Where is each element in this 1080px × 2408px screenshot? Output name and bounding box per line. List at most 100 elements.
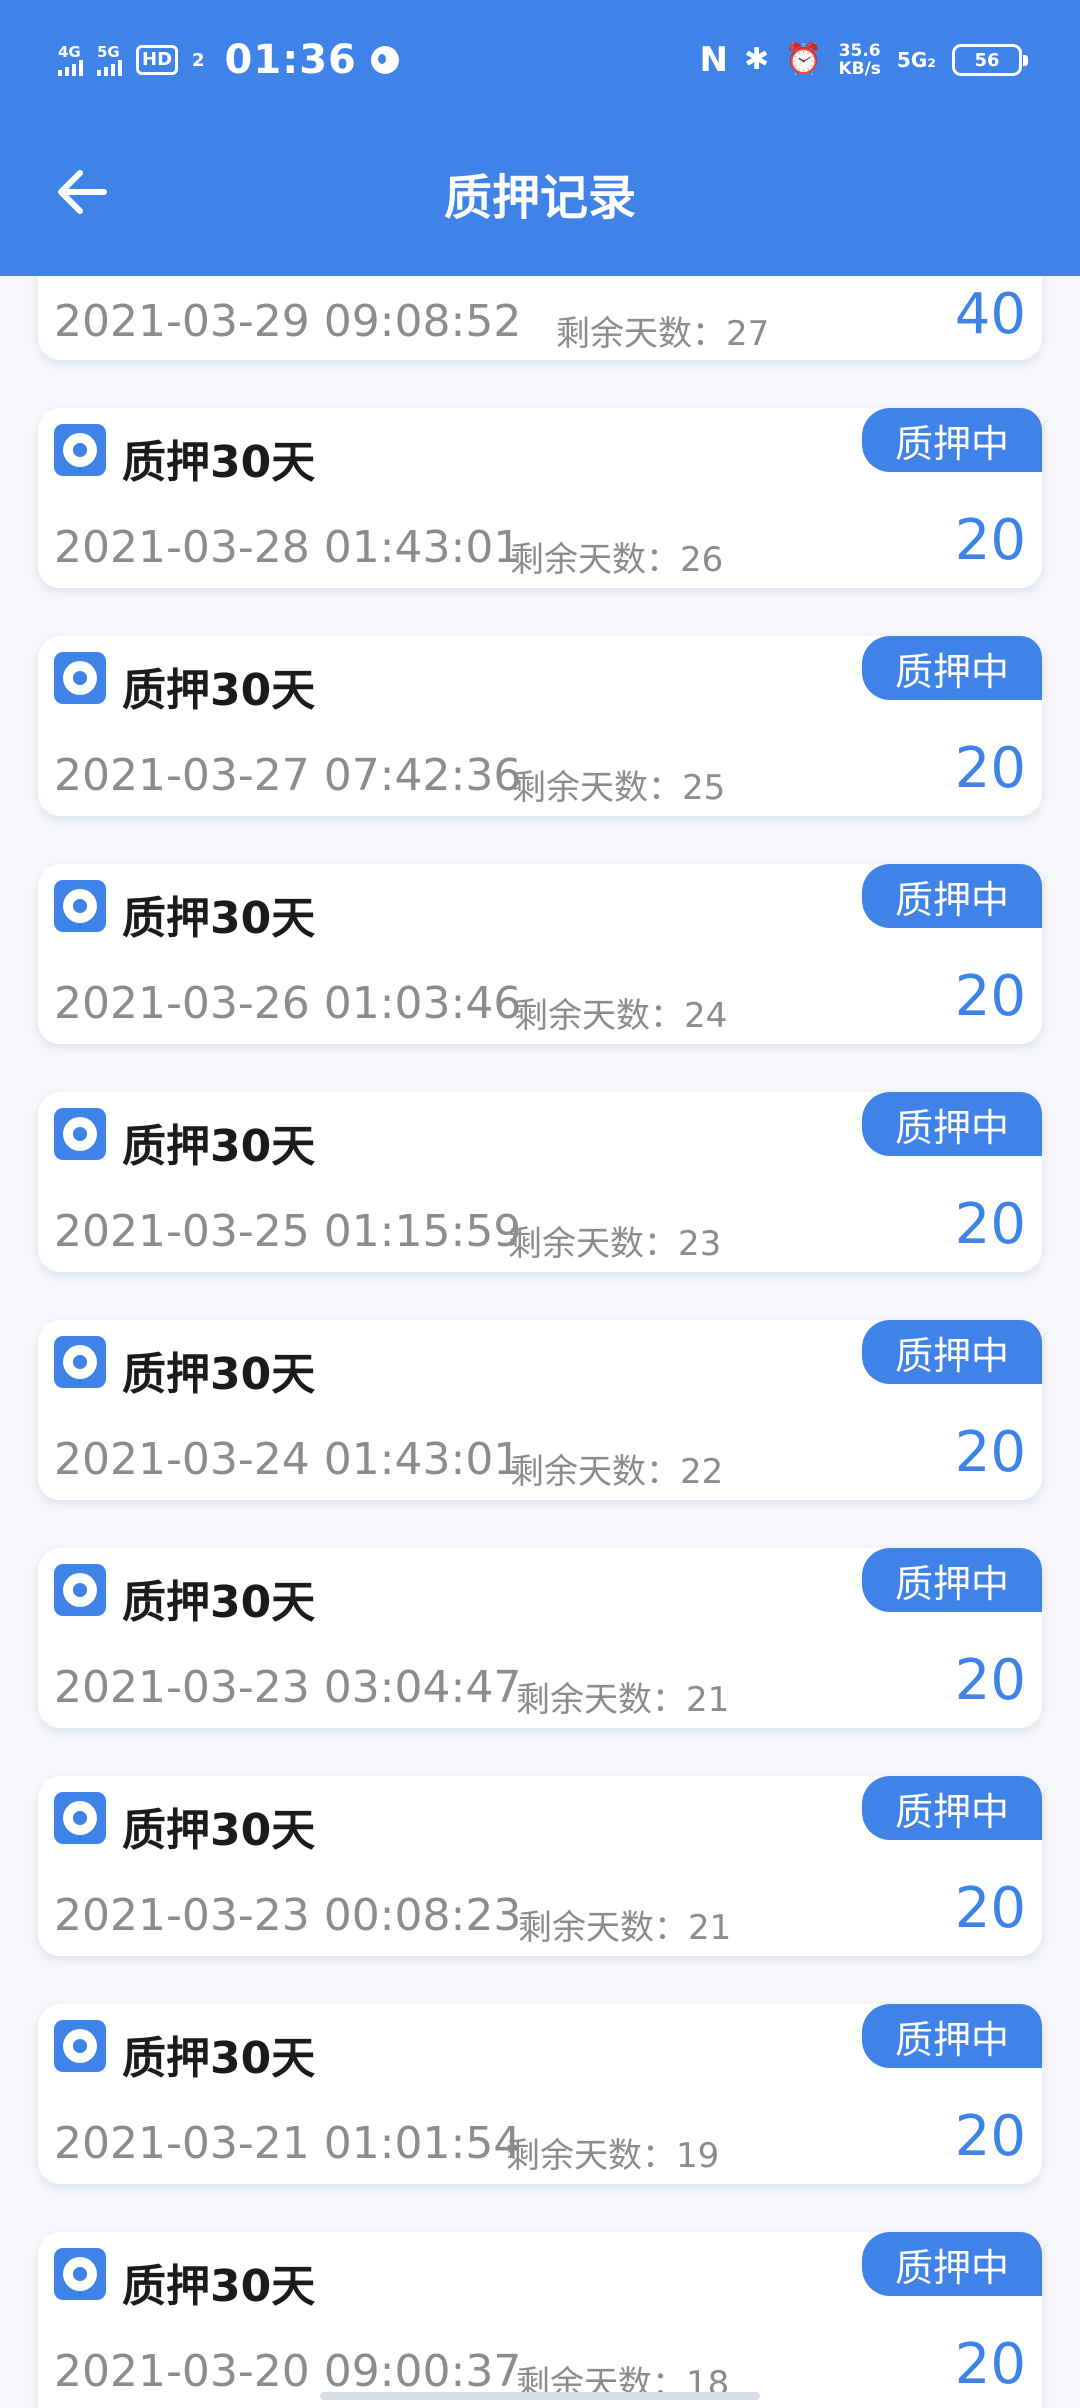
record-amount: 20 — [954, 1192, 1026, 1257]
record-card[interactable]: 质押30天 质押中 2021-03-26 01:03:46 剩余天数：24 20 — [38, 864, 1042, 1044]
record-date: 2021-03-29 09:08:52 — [54, 296, 522, 347]
clock: 01:36 — [224, 37, 357, 83]
remaining-days-value: 24 — [684, 996, 728, 1036]
bluetooth-icon: ✱ — [743, 42, 770, 77]
record-card[interactable]: 质押30天 质押中 2021-03-27 07:42:36 剩余天数：25 20 — [38, 636, 1042, 816]
remaining-days-label: 剩余天数： — [512, 768, 682, 808]
signal-5g-icon: 5G — [97, 44, 122, 76]
pledge-icon — [54, 2020, 106, 2072]
remaining-days-label: 剩余天数： — [510, 540, 680, 580]
record-amount: 20 — [954, 1648, 1026, 1713]
remaining-days-label: 剩余天数： — [506, 2136, 676, 2176]
record-date: 2021-03-28 01:43:01 — [54, 522, 522, 573]
record-amount: 20 — [954, 1420, 1026, 1485]
record-card[interactable]: 质押30天 质押中 2021-03-23 00:08:23 剩余天数：21 20 — [38, 1776, 1042, 1956]
network-speed-value: 35.6 — [838, 41, 881, 61]
status-badge: 质押中 — [862, 1548, 1042, 1612]
record-amount: 20 — [954, 2332, 1026, 2397]
network-speed-unit: KB/s — [838, 59, 881, 79]
alarm-icon: ⏰ — [785, 42, 823, 77]
signal-4g-icon: 4G — [58, 44, 83, 76]
record-amount: 20 — [954, 1876, 1026, 1941]
remaining-days-label: 剩余天数： — [516, 1680, 686, 1720]
record-date: 2021-03-21 01:01:54 — [54, 2118, 522, 2169]
nfc-icon: N — [699, 40, 728, 80]
remaining-days: 剩余天数：23 — [508, 1216, 721, 1265]
record-date: 2021-03-20 09:00:37 — [54, 2346, 522, 2397]
record-card[interactable]: 质押30天 质押中 2021-03-20 09:00:37 剩余天数：18 20 — [38, 2232, 1042, 2408]
remaining-days-label: 剩余天数： — [556, 314, 726, 354]
pledge-icon — [54, 2248, 106, 2300]
record-date: 2021-03-25 01:15:59 — [54, 1206, 522, 1257]
pledge-icon — [54, 1336, 106, 1388]
status-badge: 质押中 — [862, 1776, 1042, 1840]
remaining-days-label: 剩余天数： — [508, 1224, 678, 1264]
pledge-icon — [54, 880, 106, 932]
record-date: 2021-03-23 00:08:23 — [54, 1890, 522, 1941]
record-title: 质押30天 — [122, 665, 316, 716]
record-date: 2021-03-24 01:43:01 — [54, 1434, 522, 1485]
status-badge: 质押中 — [862, 864, 1042, 928]
record-date: 2021-03-27 07:42:36 — [54, 750, 522, 801]
app-header: 4G 5G HD 2 01:36 N ✱ ⏰ 35.6 KB/s 5G₂ 56 — [0, 0, 1080, 276]
remaining-days: 剩余天数：24 — [514, 988, 727, 1037]
home-indicator[interactable] — [320, 2392, 760, 2400]
pledge-icon — [54, 1108, 106, 1160]
status-badge: 质押中 — [862, 1092, 1042, 1156]
remaining-days-label: 剩余天数： — [514, 996, 684, 1036]
remaining-days: 剩余天数：26 — [510, 532, 723, 581]
pledge-icon — [54, 1564, 106, 1616]
remaining-days-value: 26 — [680, 540, 724, 580]
hd-sim-index: 2 — [192, 49, 205, 71]
remaining-days: 剩余天数：22 — [510, 1444, 723, 1493]
record-card[interactable]: 质押30天 质押中 2021-03-25 01:15:59 剩余天数：23 20 — [38, 1092, 1042, 1272]
hd-icon: HD — [136, 45, 179, 75]
record-card[interactable]: 质押30天 质押中 2021-03-24 01:43:01 剩余天数：22 20 — [38, 1320, 1042, 1500]
globe-icon — [370, 46, 399, 74]
record-card[interactable]: 质押30天 质押中 2021-03-21 01:01:54 剩余天数：19 20 — [38, 2004, 1042, 2184]
record-title: 质押30天 — [122, 1805, 316, 1856]
arrow-left-icon — [58, 170, 107, 214]
remaining-days-label: 剩余天数： — [518, 1908, 688, 1948]
record-date: 2021-03-26 01:03:46 — [54, 978, 522, 1029]
record-card[interactable]: 质押30天 质押中 2021-03-28 01:43:01 剩余天数：26 20 — [38, 408, 1042, 588]
battery-icon: 56 — [952, 44, 1028, 76]
record-amount: 40 — [954, 282, 1026, 347]
record-title: 质押30天 — [122, 2033, 316, 2084]
remaining-days: 剩余天数：21 — [518, 1900, 731, 1949]
record-list[interactable]: 2021-03-29 09:08:52 剩余天数：27 40 质押30天 质押中… — [0, 0, 1080, 2408]
pledge-icon — [54, 424, 106, 476]
remaining-days-value: 25 — [682, 768, 726, 808]
record-title: 质押30天 — [122, 1121, 316, 1172]
status-badge: 质押中 — [862, 636, 1042, 700]
record-title: 质押30天 — [122, 1577, 316, 1628]
record-title: 质押30天 — [122, 2261, 316, 2312]
network-speed: 35.6 KB/s — [838, 42, 880, 78]
record-amount: 20 — [954, 964, 1026, 1029]
status-bar: 4G 5G HD 2 01:36 N ✱ ⏰ 35.6 KB/s 5G₂ 56 — [0, 0, 1080, 120]
pledge-icon — [54, 652, 106, 704]
pledge-icon — [54, 1792, 106, 1844]
remaining-days-label: 剩余天数： — [510, 1452, 680, 1492]
remaining-days-value: 21 — [688, 1908, 732, 1948]
remaining-days: 剩余天数：19 — [506, 2128, 719, 2177]
record-title: 质押30天 — [122, 893, 316, 944]
remaining-days-value: 23 — [678, 1224, 722, 1264]
signal-5g-secondary-icon: 5G₂ — [896, 48, 936, 72]
status-badge: 质押中 — [862, 2004, 1042, 2068]
record-card[interactable]: 质押30天 质押中 2021-03-23 03:04:47 剩余天数：21 20 — [38, 1548, 1042, 1728]
page-title: 质押记录 — [443, 170, 636, 226]
status-badge: 质押中 — [862, 2232, 1042, 2296]
remaining-days-value: 27 — [726, 314, 770, 354]
status-badge: 质押中 — [862, 1320, 1042, 1384]
battery-level: 56 — [974, 49, 1000, 71]
remaining-days: 剩余天数：21 — [516, 1672, 729, 1721]
remaining-days: 剩余天数：25 — [512, 760, 725, 809]
record-amount: 20 — [954, 2104, 1026, 2169]
remaining-days: 剩余天数：27 — [556, 306, 769, 355]
record-date: 2021-03-23 03:04:47 — [54, 1662, 522, 1713]
back-button[interactable] — [52, 160, 116, 224]
record-amount: 20 — [954, 736, 1026, 801]
status-badge: 质押中 — [862, 408, 1042, 472]
remaining-days-value: 21 — [686, 1680, 730, 1720]
